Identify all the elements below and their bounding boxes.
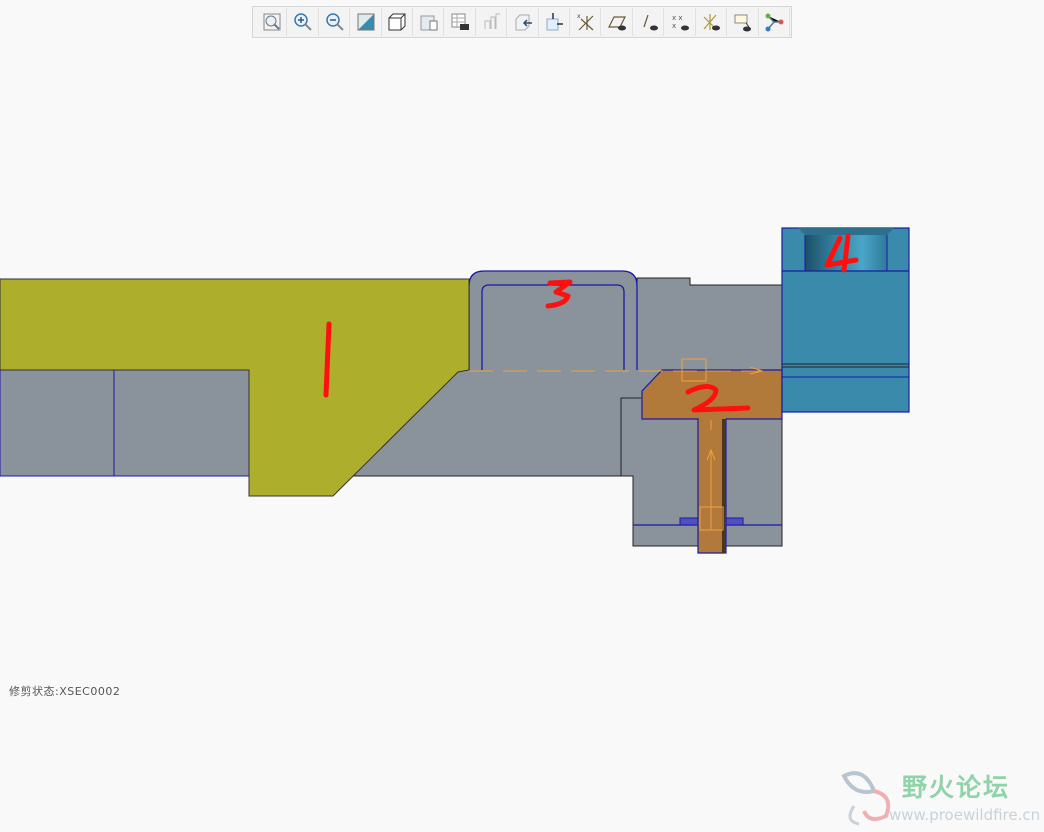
butterfly-logo-icon	[841, 771, 891, 826]
label-1	[323, 321, 332, 398]
watermark: 野火论坛 www.proewildfire.cn	[834, 766, 1044, 832]
watermark-title: 野火论坛	[902, 773, 1011, 802]
model-viewport[interactable]	[0, 0, 1044, 832]
section-status-text: 修剪状态:XSEC0002	[9, 685, 121, 698]
watermark-url: www.proewildfire.cn	[889, 806, 1041, 824]
